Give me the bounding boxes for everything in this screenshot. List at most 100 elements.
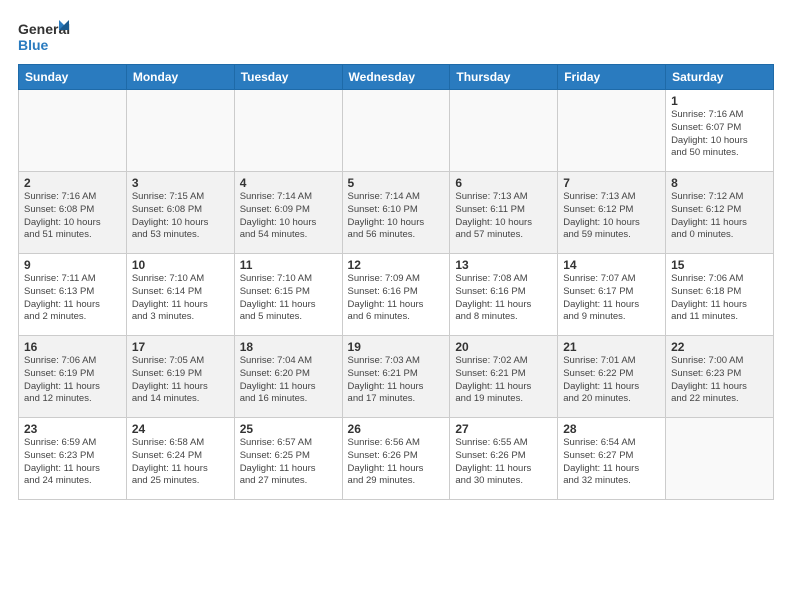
day-number: 5 [348, 176, 445, 190]
day-info: Sunrise: 7:11 AM Sunset: 6:13 PM Dayligh… [24, 273, 121, 324]
day-cell [234, 90, 342, 172]
day-info: Sunrise: 7:01 AM Sunset: 6:22 PM Dayligh… [563, 355, 660, 406]
day-cell: 23Sunrise: 6:59 AM Sunset: 6:23 PM Dayli… [19, 418, 127, 500]
day-number: 18 [240, 340, 337, 354]
day-cell: 16Sunrise: 7:06 AM Sunset: 6:19 PM Dayli… [19, 336, 127, 418]
day-cell: 22Sunrise: 7:00 AM Sunset: 6:23 PM Dayli… [666, 336, 774, 418]
day-info: Sunrise: 7:07 AM Sunset: 6:17 PM Dayligh… [563, 273, 660, 324]
calendar: SundayMondayTuesdayWednesdayThursdayFrid… [18, 64, 774, 500]
day-cell: 1Sunrise: 7:16 AM Sunset: 6:07 PM Daylig… [666, 90, 774, 172]
day-number: 14 [563, 258, 660, 272]
day-info: Sunrise: 7:14 AM Sunset: 6:10 PM Dayligh… [348, 191, 445, 242]
day-number: 2 [24, 176, 121, 190]
day-info: Sunrise: 7:16 AM Sunset: 6:07 PM Dayligh… [671, 109, 768, 160]
day-number: 24 [132, 422, 229, 436]
day-cell [342, 90, 450, 172]
day-info: Sunrise: 6:55 AM Sunset: 6:26 PM Dayligh… [455, 437, 552, 488]
day-cell: 14Sunrise: 7:07 AM Sunset: 6:17 PM Dayli… [558, 254, 666, 336]
day-number: 16 [24, 340, 121, 354]
day-info: Sunrise: 7:10 AM Sunset: 6:14 PM Dayligh… [132, 273, 229, 324]
day-cell: 9Sunrise: 7:11 AM Sunset: 6:13 PM Daylig… [19, 254, 127, 336]
day-cell: 8Sunrise: 7:12 AM Sunset: 6:12 PM Daylig… [666, 172, 774, 254]
day-cell: 17Sunrise: 7:05 AM Sunset: 6:19 PM Dayli… [126, 336, 234, 418]
day-cell: 2Sunrise: 7:16 AM Sunset: 6:08 PM Daylig… [19, 172, 127, 254]
day-cell: 12Sunrise: 7:09 AM Sunset: 6:16 PM Dayli… [342, 254, 450, 336]
day-cell [558, 90, 666, 172]
weekday-tuesday: Tuesday [234, 65, 342, 90]
day-cell: 26Sunrise: 6:56 AM Sunset: 6:26 PM Dayli… [342, 418, 450, 500]
day-number: 28 [563, 422, 660, 436]
weekday-thursday: Thursday [450, 65, 558, 90]
day-info: Sunrise: 6:56 AM Sunset: 6:26 PM Dayligh… [348, 437, 445, 488]
day-cell: 25Sunrise: 6:57 AM Sunset: 6:25 PM Dayli… [234, 418, 342, 500]
page: GeneralBlue SundayMondayTuesdayWednesday… [0, 0, 792, 510]
week-row-3: 9Sunrise: 7:11 AM Sunset: 6:13 PM Daylig… [19, 254, 774, 336]
logo-svg: GeneralBlue [18, 18, 70, 54]
week-row-5: 23Sunrise: 6:59 AM Sunset: 6:23 PM Dayli… [19, 418, 774, 500]
day-cell: 13Sunrise: 7:08 AM Sunset: 6:16 PM Dayli… [450, 254, 558, 336]
weekday-monday: Monday [126, 65, 234, 90]
day-cell: 18Sunrise: 7:04 AM Sunset: 6:20 PM Dayli… [234, 336, 342, 418]
week-row-2: 2Sunrise: 7:16 AM Sunset: 6:08 PM Daylig… [19, 172, 774, 254]
day-number: 4 [240, 176, 337, 190]
day-number: 21 [563, 340, 660, 354]
day-cell: 19Sunrise: 7:03 AM Sunset: 6:21 PM Dayli… [342, 336, 450, 418]
day-info: Sunrise: 7:13 AM Sunset: 6:12 PM Dayligh… [563, 191, 660, 242]
day-number: 20 [455, 340, 552, 354]
weekday-saturday: Saturday [666, 65, 774, 90]
day-number: 15 [671, 258, 768, 272]
day-info: Sunrise: 7:00 AM Sunset: 6:23 PM Dayligh… [671, 355, 768, 406]
day-info: Sunrise: 7:10 AM Sunset: 6:15 PM Dayligh… [240, 273, 337, 324]
day-info: Sunrise: 7:14 AM Sunset: 6:09 PM Dayligh… [240, 191, 337, 242]
day-number: 12 [348, 258, 445, 272]
day-info: Sunrise: 7:03 AM Sunset: 6:21 PM Dayligh… [348, 355, 445, 406]
day-info: Sunrise: 6:57 AM Sunset: 6:25 PM Dayligh… [240, 437, 337, 488]
day-cell: 7Sunrise: 7:13 AM Sunset: 6:12 PM Daylig… [558, 172, 666, 254]
day-cell: 15Sunrise: 7:06 AM Sunset: 6:18 PM Dayli… [666, 254, 774, 336]
day-cell: 10Sunrise: 7:10 AM Sunset: 6:14 PM Dayli… [126, 254, 234, 336]
day-cell: 6Sunrise: 7:13 AM Sunset: 6:11 PM Daylig… [450, 172, 558, 254]
day-cell: 11Sunrise: 7:10 AM Sunset: 6:15 PM Dayli… [234, 254, 342, 336]
day-cell [126, 90, 234, 172]
day-number: 13 [455, 258, 552, 272]
day-number: 26 [348, 422, 445, 436]
day-number: 27 [455, 422, 552, 436]
day-info: Sunrise: 7:16 AM Sunset: 6:08 PM Dayligh… [24, 191, 121, 242]
day-cell: 5Sunrise: 7:14 AM Sunset: 6:10 PM Daylig… [342, 172, 450, 254]
day-cell [666, 418, 774, 500]
day-info: Sunrise: 6:59 AM Sunset: 6:23 PM Dayligh… [24, 437, 121, 488]
day-number: 25 [240, 422, 337, 436]
day-info: Sunrise: 7:09 AM Sunset: 6:16 PM Dayligh… [348, 273, 445, 324]
logo: GeneralBlue [18, 18, 70, 54]
day-number: 22 [671, 340, 768, 354]
day-info: Sunrise: 7:12 AM Sunset: 6:12 PM Dayligh… [671, 191, 768, 242]
day-cell: 21Sunrise: 7:01 AM Sunset: 6:22 PM Dayli… [558, 336, 666, 418]
day-cell: 24Sunrise: 6:58 AM Sunset: 6:24 PM Dayli… [126, 418, 234, 500]
day-number: 23 [24, 422, 121, 436]
day-number: 1 [671, 94, 768, 108]
day-info: Sunrise: 7:13 AM Sunset: 6:11 PM Dayligh… [455, 191, 552, 242]
day-info: Sunrise: 7:05 AM Sunset: 6:19 PM Dayligh… [132, 355, 229, 406]
weekday-wednesday: Wednesday [342, 65, 450, 90]
day-number: 9 [24, 258, 121, 272]
day-info: Sunrise: 7:15 AM Sunset: 6:08 PM Dayligh… [132, 191, 229, 242]
day-number: 17 [132, 340, 229, 354]
week-row-1: 1Sunrise: 7:16 AM Sunset: 6:07 PM Daylig… [19, 90, 774, 172]
day-cell [19, 90, 127, 172]
svg-text:Blue: Blue [18, 37, 49, 53]
day-number: 6 [455, 176, 552, 190]
day-number: 3 [132, 176, 229, 190]
day-info: Sunrise: 7:04 AM Sunset: 6:20 PM Dayligh… [240, 355, 337, 406]
day-info: Sunrise: 7:08 AM Sunset: 6:16 PM Dayligh… [455, 273, 552, 324]
day-cell [450, 90, 558, 172]
day-info: Sunrise: 6:54 AM Sunset: 6:27 PM Dayligh… [563, 437, 660, 488]
week-row-4: 16Sunrise: 7:06 AM Sunset: 6:19 PM Dayli… [19, 336, 774, 418]
day-number: 11 [240, 258, 337, 272]
day-number: 10 [132, 258, 229, 272]
weekday-header-row: SundayMondayTuesdayWednesdayThursdayFrid… [19, 65, 774, 90]
weekday-sunday: Sunday [19, 65, 127, 90]
weekday-friday: Friday [558, 65, 666, 90]
day-cell: 28Sunrise: 6:54 AM Sunset: 6:27 PM Dayli… [558, 418, 666, 500]
day-info: Sunrise: 7:02 AM Sunset: 6:21 PM Dayligh… [455, 355, 552, 406]
day-number: 19 [348, 340, 445, 354]
